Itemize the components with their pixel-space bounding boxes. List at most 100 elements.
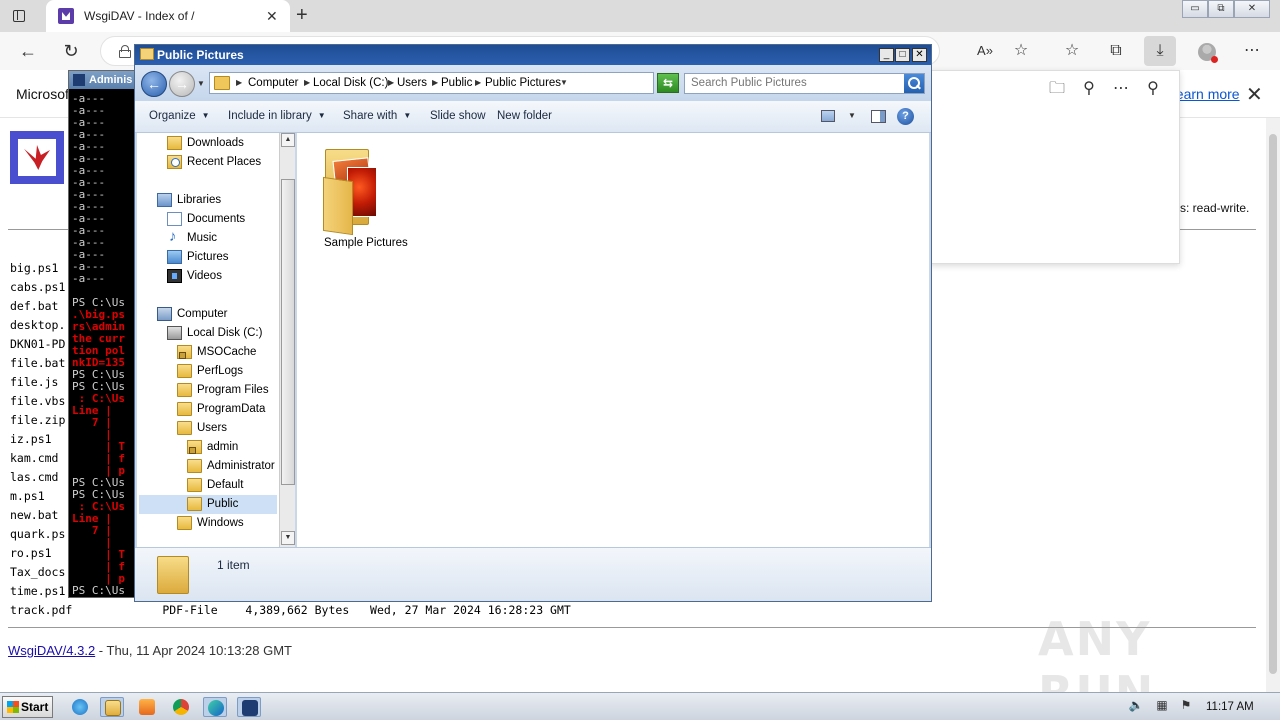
file-row[interactable]: time.ps1 — [10, 584, 65, 598]
downloads-icon[interactable]: ⤓ — [1144, 36, 1176, 66]
lock-icon[interactable] — [119, 45, 131, 58]
file-row[interactable]: quark.ps — [10, 527, 65, 541]
speaker-icon[interactable]: 🔈 — [1128, 697, 1144, 713]
nav-item-label: ProgramData — [197, 403, 266, 415]
history-dropdown-icon[interactable]: ▼ — [197, 79, 205, 88]
breadcrumb-users[interactable]: Users — [397, 77, 427, 89]
pin-icon[interactable]: ⚲ — [1143, 79, 1163, 99]
file-row-track[interactable]: track.pdf PDF-File 4,389,662 Bytes Wed, … — [10, 603, 571, 617]
action-center-flag-icon[interactable]: ⚑ — [1178, 697, 1194, 713]
file-row[interactable]: Tax_docs — [10, 565, 65, 579]
file-row[interactable]: m.ps1 — [10, 489, 45, 503]
explorer-titlebar[interactable]: Public Pictures _ □ ✕ — [135, 45, 931, 65]
breadcrumb-computer[interactable]: Computer — [248, 77, 299, 89]
favorites-icon[interactable]: ☆ — [1062, 41, 1082, 61]
file-row[interactable]: cabs.ps1 — [10, 280, 65, 294]
share-with-button[interactable]: Share with ▼ — [343, 110, 411, 122]
profile-avatar[interactable] — [1198, 43, 1218, 63]
folder-icon[interactable]: 🗀 — [1047, 79, 1067, 99]
chevron-right-icon[interactable]: ▶ — [475, 78, 481, 87]
forward-arrow-icon[interactable]: → — [169, 71, 195, 97]
explorer-icon[interactable] — [100, 697, 124, 717]
search-icon[interactable] — [904, 74, 924, 93]
browser-restore-button[interactable]: ⧉ — [1208, 0, 1234, 18]
chevron-down-icon[interactable]: ▼ — [560, 78, 568, 87]
file-row[interactable]: big.ps1 — [10, 261, 58, 275]
add-favorite-icon[interactable]: ☆ — [1011, 41, 1031, 61]
infobar-close-icon[interactable]: ✕ — [1246, 82, 1263, 107]
reload-button[interactable]: ↻ — [58, 38, 84, 64]
file-row[interactable]: new.bat — [10, 508, 58, 522]
media-player-icon[interactable] — [135, 697, 159, 717]
sample-pictures-label[interactable]: Sample Pictures — [324, 237, 408, 249]
browser-tab[interactable]: WsgiDAV - Index of / ✕ — [46, 0, 290, 32]
minimize-button[interactable]: _ — [879, 48, 894, 62]
refresh-button[interactable]: ⇆ — [657, 73, 679, 93]
page-scrollbar[interactable] — [1266, 118, 1280, 692]
ie-icon[interactable] — [68, 697, 92, 717]
file-row[interactable]: desktop. — [10, 318, 65, 332]
help-icon[interactable]: ? — [897, 108, 914, 125]
chevron-right-icon[interactable]: ▶ — [388, 78, 394, 87]
file-row[interactable]: DKN01-PD — [10, 337, 65, 351]
slide-show-button[interactable]: Slide show — [430, 110, 486, 122]
scroll-thumb[interactable] — [281, 179, 295, 485]
chevron-right-icon[interactable]: ▶ — [432, 78, 438, 87]
more-icon[interactable]: ⋯ — [1111, 79, 1131, 99]
clock[interactable]: 11:17 AM — [1206, 701, 1254, 713]
preview-pane-icon[interactable] — [871, 110, 886, 123]
file-row[interactable]: file.zip — [10, 413, 65, 427]
disk-icon — [167, 326, 182, 340]
breadcrumb-local-disk[interactable]: Local Disk (C:) — [313, 77, 388, 89]
tab-close-icon[interactable]: ✕ — [266, 8, 278, 25]
search-box[interactable] — [684, 73, 925, 94]
breadcrumb-public-pictures[interactable]: Public Pictures — [485, 77, 561, 89]
powershell-icon[interactable] — [237, 697, 261, 717]
chevron-right-icon[interactable]: ▶ — [304, 78, 310, 87]
maximize-button[interactable]: □ — [895, 48, 910, 62]
organize-button[interactable]: Organize ▼ — [149, 110, 210, 122]
chevron-right-icon[interactable]: ▶ — [236, 78, 242, 87]
file-row[interactable]: las.cmd — [10, 470, 58, 484]
file-row[interactable]: ro.ps1 — [10, 546, 52, 560]
network-icon[interactable]: ▦ — [1154, 697, 1170, 713]
side-pane: 🗀 ⚲ ⋯ ⚲ — [930, 70, 1180, 264]
doc-icon — [167, 212, 182, 226]
folder-icon — [187, 459, 202, 473]
wsgidav-version-link[interactable]: WsgiDAV/4.3.2 — [8, 643, 95, 658]
file-row[interactable]: def.bat — [10, 299, 58, 313]
file-row[interactable]: file.vbs — [10, 394, 65, 408]
scroll-down-icon[interactable]: ▼ — [281, 531, 295, 545]
search-input[interactable] — [691, 77, 901, 89]
read-aloud-icon[interactable]: A» — [975, 41, 995, 61]
collections-icon[interactable]: ⧉ — [1106, 41, 1126, 61]
file-row[interactable]: file.bat — [10, 356, 65, 370]
chrome-icon[interactable] — [169, 697, 193, 717]
close-button[interactable]: ✕ — [912, 48, 927, 62]
back-button[interactable]: ← — [15, 38, 41, 64]
file-row[interactable]: iz.ps1 — [10, 432, 52, 446]
computer-icon — [157, 307, 172, 321]
breadcrumb-public[interactable]: Public — [441, 77, 472, 89]
include-in-library-button[interactable]: Include in library ▼ — [228, 110, 326, 122]
scroll-up-icon[interactable]: ▲ — [281, 133, 295, 147]
search-icon[interactable]: ⚲ — [1079, 79, 1099, 99]
new-folder-button[interactable]: New folder — [497, 110, 552, 122]
start-button[interactable]: Start — [2, 696, 53, 718]
edge-icon[interactable] — [203, 697, 227, 717]
view-options-dropdown-icon[interactable]: ▼ — [848, 111, 856, 120]
nav-item-label: Administrator — [207, 460, 275, 472]
file-row[interactable]: file.js — [10, 375, 58, 389]
breadcrumb[interactable]: ▶ Computer ▶ Local Disk (C:) ▶ Users ▶ P… — [209, 72, 719, 94]
back-arrow-icon[interactable]: ← — [141, 71, 167, 97]
more-menu-icon[interactable]: ⋯ — [1242, 41, 1262, 61]
change-view-icon[interactable] — [821, 110, 835, 122]
explorer-window: Public Pictures _ □ ✕ ← → ▼ ▶ Computer ▶… — [134, 44, 932, 602]
nav-pane-scrollbar[interactable]: ▲ ▼ — [279, 133, 295, 547]
browser-close-button[interactable]: ✕ — [1234, 0, 1270, 18]
sample-pictures-folder-icon[interactable] — [321, 143, 393, 236]
browser-minimize-button[interactable]: ▭ — [1182, 0, 1208, 18]
new-tab-button[interactable]: + — [296, 4, 308, 27]
tab-actions-icon[interactable] — [10, 7, 28, 25]
file-row[interactable]: kam.cmd — [10, 451, 58, 465]
